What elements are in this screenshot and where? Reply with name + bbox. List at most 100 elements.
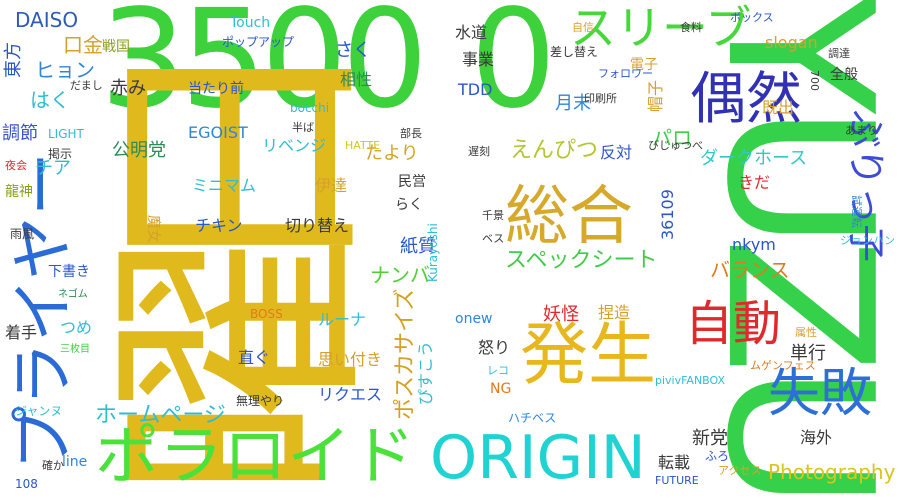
word: ふろ xyxy=(705,449,730,463)
word: 試運転 xyxy=(850,195,863,228)
word: EGOIST xyxy=(188,123,248,142)
word: 東方 xyxy=(3,42,24,78)
word: 海外 xyxy=(800,428,833,447)
word: 発生 xyxy=(520,316,657,395)
word: 怒り xyxy=(478,338,511,357)
word: 総合 xyxy=(505,180,633,254)
word: 三枚目 xyxy=(60,344,90,355)
word: あまり xyxy=(845,124,878,137)
word: ポラロイド xyxy=(95,420,415,494)
word: 既出 xyxy=(762,98,795,117)
word: Touch xyxy=(230,15,271,31)
word: ポップアップ xyxy=(222,35,295,49)
word: レコ xyxy=(487,364,509,377)
word: 転載 xyxy=(658,453,691,472)
word: nkym xyxy=(732,235,776,254)
word: 掲示 xyxy=(48,147,73,161)
word: line xyxy=(62,454,88,470)
word: 当たり前 xyxy=(188,81,244,97)
word: ポスカサイズ xyxy=(393,288,418,420)
word: BOSS xyxy=(250,307,283,321)
word: ボックス xyxy=(730,11,774,24)
word: 反対 xyxy=(600,143,633,162)
word: フォロワー xyxy=(598,67,653,80)
word: 確か xyxy=(42,459,64,472)
word: ムゲンフェス xyxy=(750,359,816,372)
word: 雨風 xyxy=(10,227,35,241)
word: 戦国 xyxy=(102,39,130,55)
word: つめ xyxy=(60,318,93,337)
word: 龍神 xyxy=(5,184,33,200)
word: 民営 xyxy=(398,174,426,190)
word: 切り替え xyxy=(285,216,350,235)
word: さく xyxy=(335,40,371,61)
word: ジャンヌ xyxy=(15,404,63,418)
word: ミニマム xyxy=(192,176,257,195)
word: 失敗 xyxy=(768,364,873,424)
word: onew xyxy=(455,311,493,327)
word: スペックシート xyxy=(505,248,658,273)
word: 半ば xyxy=(292,121,314,134)
word: えんぴつ xyxy=(510,138,599,163)
word: 調節 xyxy=(2,123,38,144)
word: ヒョン xyxy=(35,58,95,82)
word: Photography xyxy=(768,460,896,484)
word: 全般 xyxy=(830,67,858,83)
word: LIGHT xyxy=(48,127,84,141)
word: ハチベス xyxy=(508,411,557,425)
word: 新党 xyxy=(692,428,728,449)
word: 無理やり xyxy=(236,394,285,408)
word: FUTURE xyxy=(655,474,699,487)
word: 差し替え xyxy=(550,45,599,59)
word: はく xyxy=(30,88,70,112)
word: 自信 xyxy=(572,21,594,34)
word: HATTE xyxy=(345,139,381,152)
word: DAISO xyxy=(15,8,79,32)
word: ベス xyxy=(482,232,505,245)
word: バランス xyxy=(710,258,790,282)
word: 印刷所 xyxy=(584,92,617,105)
word: slogan xyxy=(765,33,818,52)
word: らく xyxy=(395,197,423,213)
word: 108 xyxy=(15,477,38,491)
word: 妖怪 xyxy=(543,304,579,325)
word: ホームページ xyxy=(95,403,226,428)
word: 自動 xyxy=(685,296,782,352)
word: 事業 xyxy=(462,50,495,69)
word: 千景 xyxy=(482,209,504,222)
word: ORIGIN xyxy=(430,423,646,493)
word: ルーナ xyxy=(318,310,367,329)
word: 直ぐ xyxy=(238,348,271,367)
word: リクエス xyxy=(318,385,383,404)
word: ナンバ xyxy=(370,263,430,287)
word: ジョンハン xyxy=(840,234,895,247)
word: 帽子 xyxy=(646,79,665,112)
word: 部長 xyxy=(400,127,422,140)
word: リベンジ xyxy=(262,136,327,155)
word: pivivFANBOX xyxy=(655,374,726,387)
word: 魔女 xyxy=(145,215,161,243)
word: 着手 xyxy=(5,323,38,342)
word: 口金 xyxy=(63,33,103,57)
word: Kurayoshi xyxy=(426,223,440,282)
word: チア xyxy=(35,158,71,179)
word: 夜会 xyxy=(5,159,27,172)
word: チキン xyxy=(195,216,243,235)
word: 下書き xyxy=(48,264,90,280)
word: 伊達 xyxy=(315,176,348,195)
word: ぴすこう xyxy=(416,340,435,405)
word: 36109 xyxy=(658,189,677,240)
word: 700 xyxy=(808,70,821,91)
word: 相性 xyxy=(340,70,373,89)
word: TDD xyxy=(458,80,493,99)
word: びじゅつべ xyxy=(648,139,703,152)
word: アクセス xyxy=(718,464,762,477)
word: 思い付き xyxy=(318,350,383,369)
word: NG xyxy=(490,381,512,397)
word-cloud: 3500 0 曜日 YUZU ORIGIN ポラロイド プライヤー 総合 偶然 … xyxy=(0,0,900,500)
word: 遅刻 xyxy=(468,145,490,158)
word: 調達 xyxy=(828,47,850,60)
word: きだ xyxy=(738,173,771,192)
word: 属性 xyxy=(795,326,817,339)
word: 公明党 xyxy=(112,140,166,161)
